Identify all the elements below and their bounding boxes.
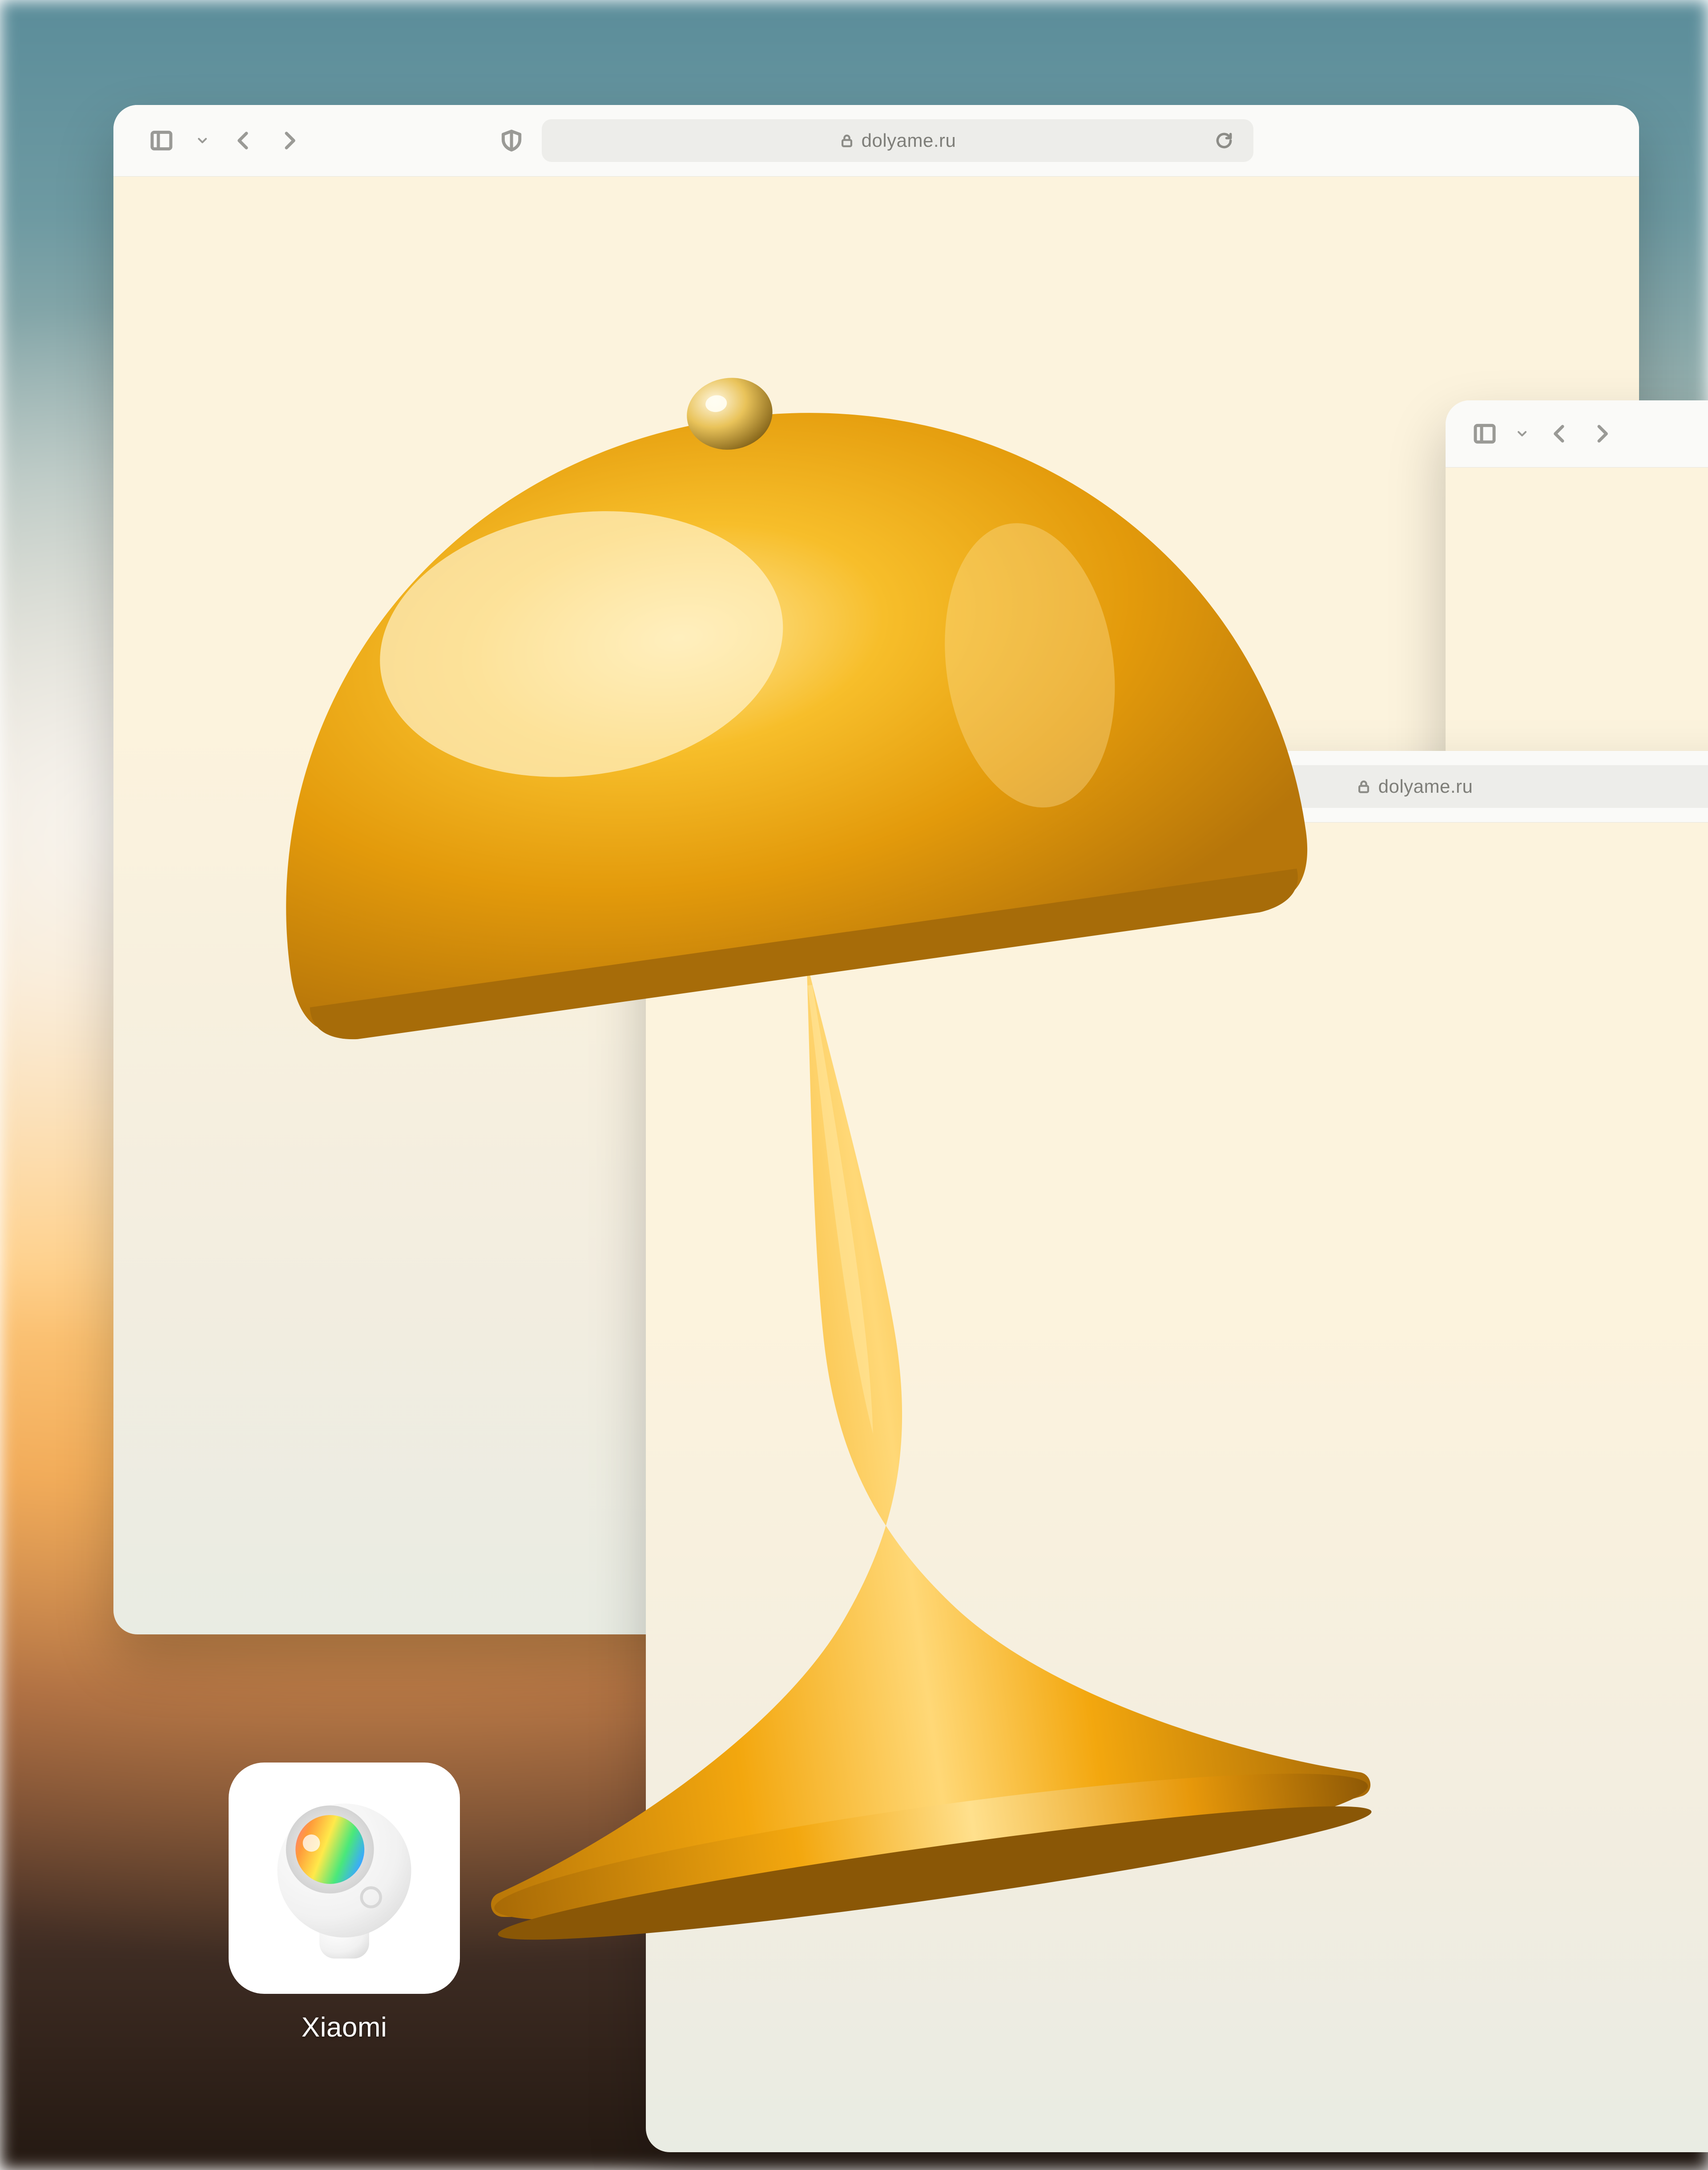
titlebar-center: dolyame.ru [994, 765, 1708, 808]
sidebar-icon[interactable] [1472, 421, 1497, 446]
chevron-down-icon[interactable] [195, 128, 209, 153]
titlebar-left-controls [646, 774, 825, 799]
browser-window-3: dolyame.ru [646, 751, 1708, 2152]
app-icon-label: Xiaomi [302, 2012, 387, 2043]
lock-icon [839, 133, 854, 148]
refresh-icon[interactable] [1214, 131, 1234, 150]
back-icon[interactable] [231, 128, 256, 153]
url-text: dolyame.ru [862, 130, 956, 151]
chevron-down-icon[interactable] [1515, 421, 1529, 446]
chevron-down-icon[interactable] [721, 774, 736, 799]
titlebar: dolyame.ru [646, 751, 1708, 823]
sidebar-icon[interactable] [677, 774, 702, 799]
back-icon[interactable] [755, 774, 780, 799]
privacy-shield-icon[interactable] [994, 774, 1019, 799]
titlebar: dolyame.ru [113, 105, 1639, 177]
titlebar-left-controls [113, 128, 302, 153]
address-bar[interactable]: dolyame.ru [1036, 765, 1708, 808]
app-icon-tile [229, 1763, 460, 1994]
sidebar-icon[interactable] [149, 128, 174, 153]
lock-icon [1356, 779, 1371, 794]
desktop-app-xiaomi[interactable]: Xiaomi [215, 1763, 473, 2043]
address-bar[interactable]: dolyame.ru [542, 119, 1253, 162]
titlebar-center: dolyame.ru [499, 119, 1253, 162]
forward-icon[interactable] [800, 774, 825, 799]
url-text: dolyame.ru [1378, 776, 1473, 797]
privacy-shield-icon[interactable] [499, 128, 524, 153]
forward-icon[interactable] [277, 128, 302, 153]
titlebar [1446, 400, 1708, 468]
forward-icon[interactable] [1590, 421, 1615, 446]
titlebar-left-controls [1446, 421, 1615, 446]
back-icon[interactable] [1547, 421, 1572, 446]
